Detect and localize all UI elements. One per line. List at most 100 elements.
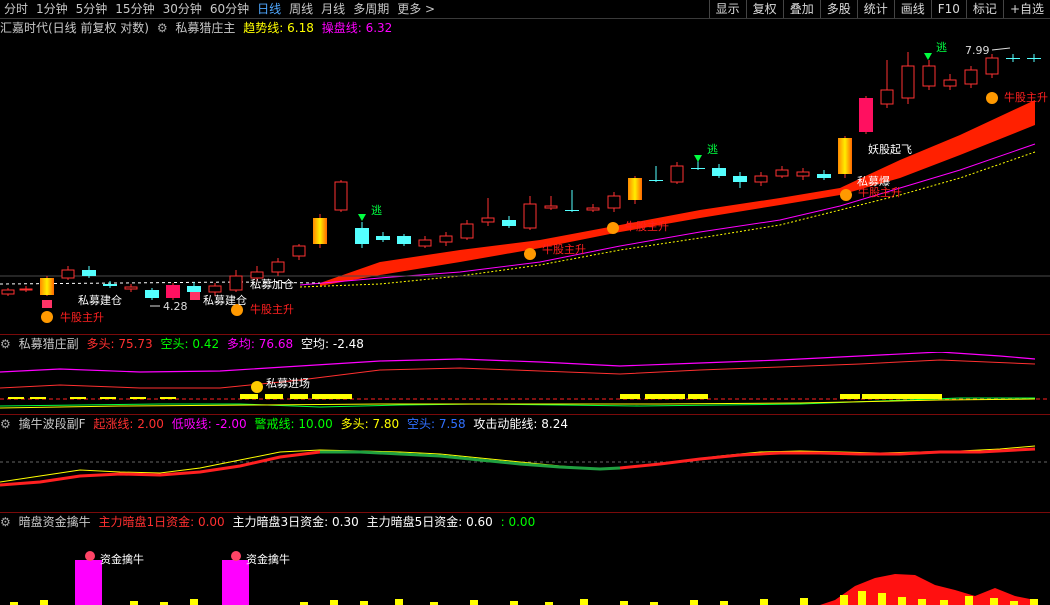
settings-icon[interactable]: ⚙ — [0, 417, 11, 431]
panel3-title[interactable]: 擒牛波段副F — [19, 417, 86, 431]
tab-monthly[interactable]: 月线 — [317, 0, 349, 18]
candlestick[interactable] — [754, 172, 768, 186]
candle-body — [817, 174, 831, 178]
fund-signal-label: 资金擒牛 — [246, 552, 290, 566]
trend-line-label: 趋势线: — [243, 21, 284, 35]
tab-1min[interactable]: 1分钟 — [32, 0, 72, 18]
escape-label: 逃 — [371, 204, 382, 217]
candlestick[interactable] — [502, 216, 516, 228]
multi-stock-button[interactable]: 多股 — [819, 0, 857, 18]
tab-fenshi[interactable]: 分时 — [0, 0, 32, 18]
candlestick[interactable] — [649, 166, 663, 182]
candlestick[interactable] — [817, 170, 831, 180]
candlestick[interactable] — [565, 190, 579, 212]
adjust-button[interactable]: 复权 — [745, 0, 783, 18]
settings-icon[interactable]: ⚙ — [0, 515, 11, 529]
panel2-title[interactable]: 私募猎庄副 — [19, 337, 79, 351]
indicator-chart-2[interactable]: 私募进场 — [0, 352, 1050, 414]
candlestick[interactable] — [124, 284, 138, 292]
overlay-button[interactable]: 叠加 — [782, 0, 820, 18]
candlestick[interactable] — [40, 276, 54, 296]
candlestick[interactable] — [628, 176, 642, 204]
indicator-name[interactable]: 私募猎庄主 — [175, 21, 235, 35]
fund-tail-value: : 0.00 — [500, 515, 536, 529]
warn-label: 警戒线: — [254, 417, 295, 431]
candlestick[interactable] — [943, 74, 957, 90]
eavg-label: 空均: — [300, 337, 330, 351]
fund-small-bar — [858, 591, 866, 605]
candlestick[interactable] — [439, 232, 453, 246]
indicator-chart-3[interactable] — [0, 432, 1050, 512]
tab-daily[interactable]: 日线 — [253, 0, 285, 18]
panel4-title[interactable]: 暗盘资金擒牛 — [19, 515, 91, 529]
candlestick[interactable] — [922, 60, 936, 90]
long-line — [0, 352, 1036, 373]
candlestick[interactable] — [775, 166, 789, 178]
candlestick[interactable] — [334, 180, 348, 212]
down-arrow-icon — [924, 53, 932, 60]
candlestick[interactable] — [523, 196, 537, 230]
tab-5min[interactable]: 5分钟 — [72, 0, 112, 18]
candlestick[interactable] — [355, 222, 369, 248]
candle-body — [208, 285, 222, 293]
tab-multi-period[interactable]: 多周期 — [349, 0, 393, 18]
draw-line-button[interactable]: 画线 — [893, 0, 931, 18]
add-watchlist-button[interactable]: +自选 — [1002, 0, 1050, 18]
settings-icon[interactable]: ⚙ — [0, 337, 11, 351]
settings-icon[interactable]: ⚙ — [157, 21, 168, 35]
fund-small-bar — [940, 600, 948, 605]
candlestick[interactable] — [733, 172, 747, 188]
candle-body — [859, 98, 873, 132]
bull-rise-label: 牛股主升 — [250, 302, 294, 316]
f10-button[interactable]: F10 — [930, 0, 966, 18]
candlestick[interactable] — [544, 196, 558, 210]
candlestick[interactable] — [229, 270, 243, 292]
candlestick[interactable] — [838, 136, 852, 178]
display-button[interactable]: 显示 — [708, 0, 746, 18]
candlestick-chart[interactable]: 4.28 7.99 牛股主升 牛股主升 牛股主升 牛股主升 牛股主升 牛股主升 … — [0, 36, 1050, 334]
candlestick[interactable] — [964, 66, 978, 88]
candlestick[interactable] — [61, 266, 75, 280]
candlestick[interactable] — [607, 192, 621, 212]
tab-60min[interactable]: 60分钟 — [206, 0, 253, 18]
statistics-button[interactable]: 统计 — [856, 0, 894, 18]
entry-bar — [902, 394, 922, 399]
fund-small-bar — [878, 593, 886, 605]
candlestick[interactable] — [376, 232, 390, 242]
candlestick[interactable] — [586, 204, 600, 212]
candlestick[interactable] — [103, 281, 117, 288]
fund-chart[interactable]: 资金擒牛 资金擒牛 — [0, 530, 1050, 605]
candlestick[interactable] — [985, 54, 999, 78]
candlestick[interactable] — [796, 168, 810, 180]
candlestick[interactable] — [901, 52, 915, 104]
candlestick[interactable] — [313, 214, 327, 248]
candlestick[interactable] — [145, 288, 159, 300]
tab-weekly[interactable]: 周线 — [285, 0, 317, 18]
candlestick[interactable] — [460, 220, 474, 240]
candlestick[interactable] — [1, 288, 15, 296]
candlestick[interactable] — [712, 164, 726, 178]
demon-fly-label: 妖股起飞 — [868, 142, 912, 156]
candlestick[interactable] — [880, 60, 894, 108]
candlestick[interactable] — [670, 162, 684, 184]
candlestick[interactable] — [19, 286, 33, 292]
candlestick[interactable] — [397, 234, 411, 246]
tab-30min[interactable]: 30分钟 — [159, 0, 206, 18]
candlestick[interactable] — [166, 283, 180, 300]
period-toolbar: 分时 1分钟 5分钟 15分钟 30分钟 60分钟 日线 周线 月线 多周期 更… — [0, 0, 1050, 19]
mark-button[interactable]: 标记 — [965, 0, 1003, 18]
candle-body — [376, 236, 390, 240]
candlestick[interactable] — [1006, 54, 1020, 62]
rise-value: 2.00 — [137, 417, 164, 431]
attack-line-red-2 — [619, 447, 1036, 470]
candlestick[interactable] — [481, 198, 495, 226]
panel-divider — [0, 512, 1050, 513]
candlestick[interactable] — [292, 244, 306, 260]
candlestick[interactable] — [271, 258, 285, 276]
candlestick[interactable] — [418, 236, 432, 248]
more-periods-button[interactable]: 更多 > — [393, 0, 439, 18]
candle-body — [1027, 58, 1041, 59]
candlestick[interactable] — [1027, 54, 1041, 62]
candlestick[interactable] — [859, 96, 873, 134]
tab-15min[interactable]: 15分钟 — [111, 0, 158, 18]
